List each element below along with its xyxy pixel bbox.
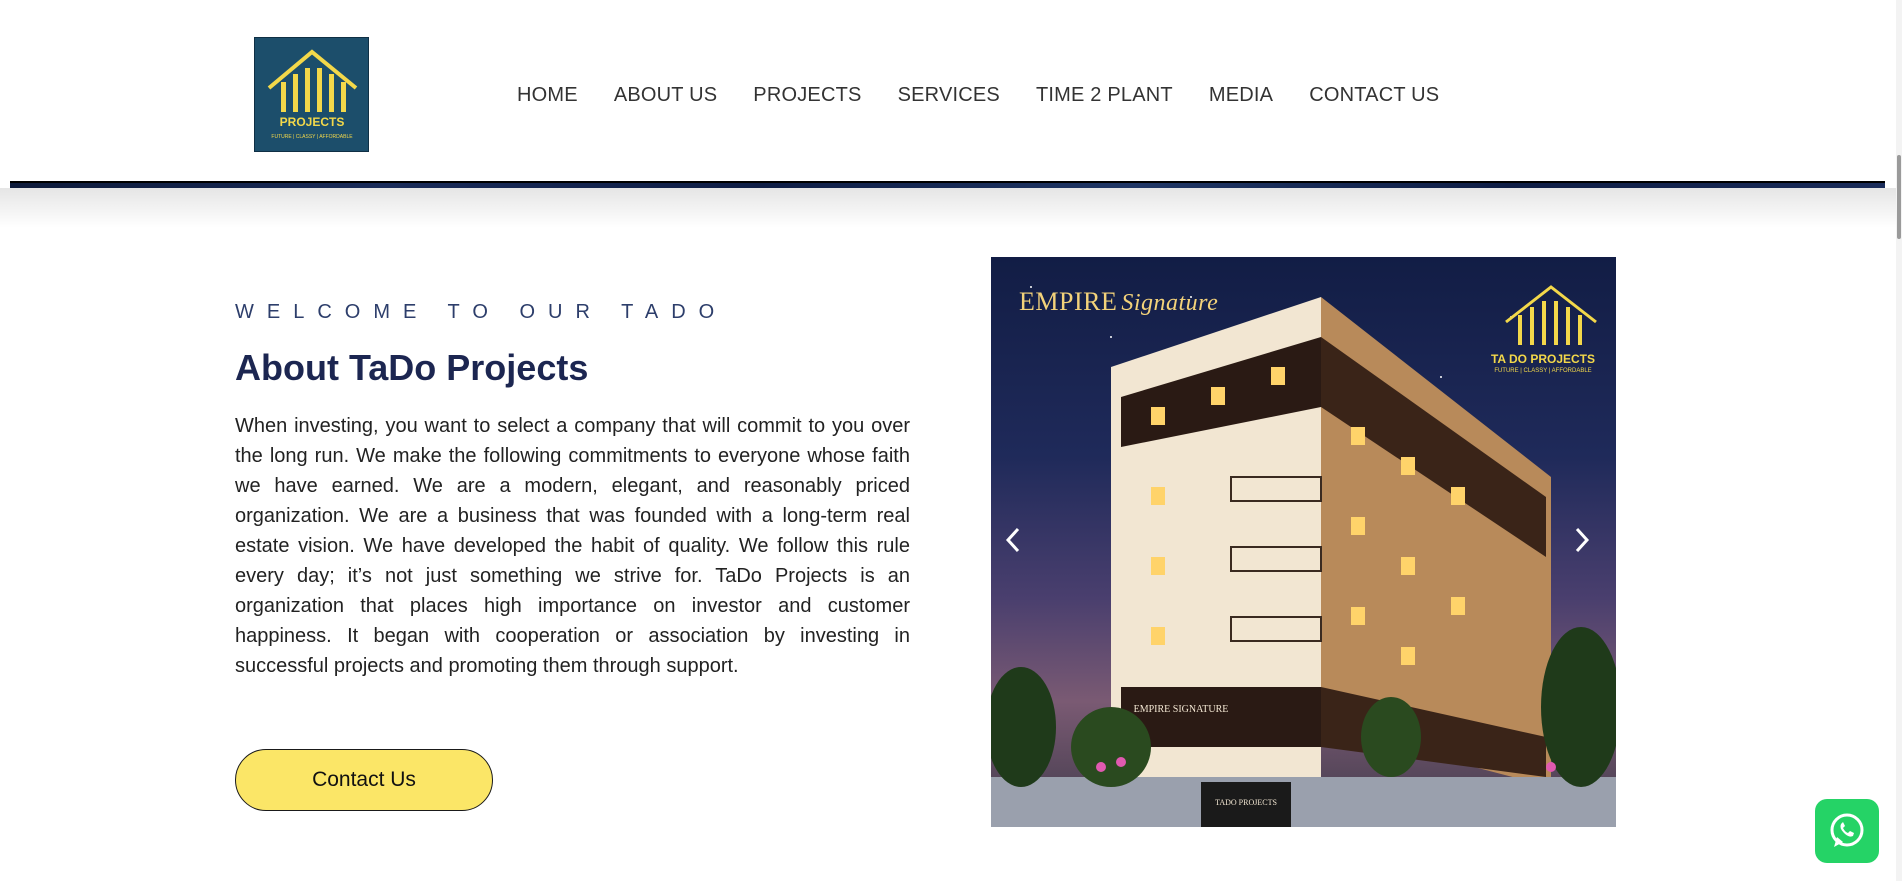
carousel-prev-button[interactable]	[1003, 525, 1033, 565]
building-sign-text: EMPIRE SIGNATURE	[1134, 704, 1229, 715]
logo-subtitle: PROJECTS	[280, 115, 345, 129]
brand-wordmark: EMPIRE Signature	[1019, 287, 1218, 317]
scrollbar-thumb[interactable]	[1897, 155, 1901, 239]
header-banner-strip	[10, 181, 1885, 188]
nav-item-projects[interactable]: PROJECTS	[753, 84, 861, 107]
chevron-right-icon	[1575, 527, 1590, 553]
company-logo[interactable]: PROJECTS FUTURE | CLASSY | AFFORDABLE	[254, 37, 369, 152]
building-illustration: EMPIRE SIGNATURE TADO PROJECTS	[991, 285, 1616, 827]
section-title: About TaDo Projects	[235, 347, 589, 388]
carousel-next-button[interactable]	[1572, 525, 1602, 565]
nav-item-media[interactable]: MEDIA	[1209, 84, 1273, 107]
carousel-logo-tagline: FUTURE | CLASSY | AFFORDABLE	[1494, 368, 1592, 374]
whatsapp-chat-button[interactable]	[1815, 799, 1879, 863]
nav-item-about-us[interactable]: ABOUT US	[614, 84, 717, 107]
logo-tagline: FUTURE | CLASSY | AFFORDABLE	[271, 134, 353, 140]
nav-item-contact-us[interactable]: CONTACT US	[1309, 84, 1439, 107]
contact-us-button[interactable]: Contact Us	[235, 749, 493, 811]
gate-sign-text: TADO PROJECTS	[1215, 798, 1277, 807]
logo-mark-icon: PROJECTS FUTURE | CLASSY | AFFORDABLE	[267, 49, 358, 140]
carousel-logo-text: TA DO PROJECTS	[1490, 352, 1595, 366]
page-scrollbar[interactable]	[1896, 0, 1902, 881]
project-image-carousel[interactable]: EMPIRE SIGNATURE TADO PROJECTS EMPIRE Sig…	[991, 257, 1616, 827]
header-shadow	[0, 188, 1902, 228]
section-description: When investing, you want to select a com…	[235, 415, 910, 677]
nav-item-services[interactable]: SERVICES	[898, 84, 1000, 107]
site-header: PROJECTS FUTURE | CLASSY | AFFORDABLE HO…	[0, 0, 1902, 185]
main-nav: HOME ABOUT US PROJECTS SERVICES TIME 2 P…	[517, 84, 1475, 107]
nav-item-home[interactable]: HOME	[517, 84, 578, 107]
brand-script: Signature	[1121, 290, 1219, 316]
brand-name: EMPIRE	[1019, 287, 1118, 316]
section-eyebrow: WELCOME TO OUR TADO	[235, 301, 728, 323]
chevron-left-icon	[1005, 527, 1020, 553]
whatsapp-icon	[1830, 813, 1864, 847]
nav-item-time-2-plant[interactable]: TIME 2 PLANT	[1036, 84, 1173, 107]
